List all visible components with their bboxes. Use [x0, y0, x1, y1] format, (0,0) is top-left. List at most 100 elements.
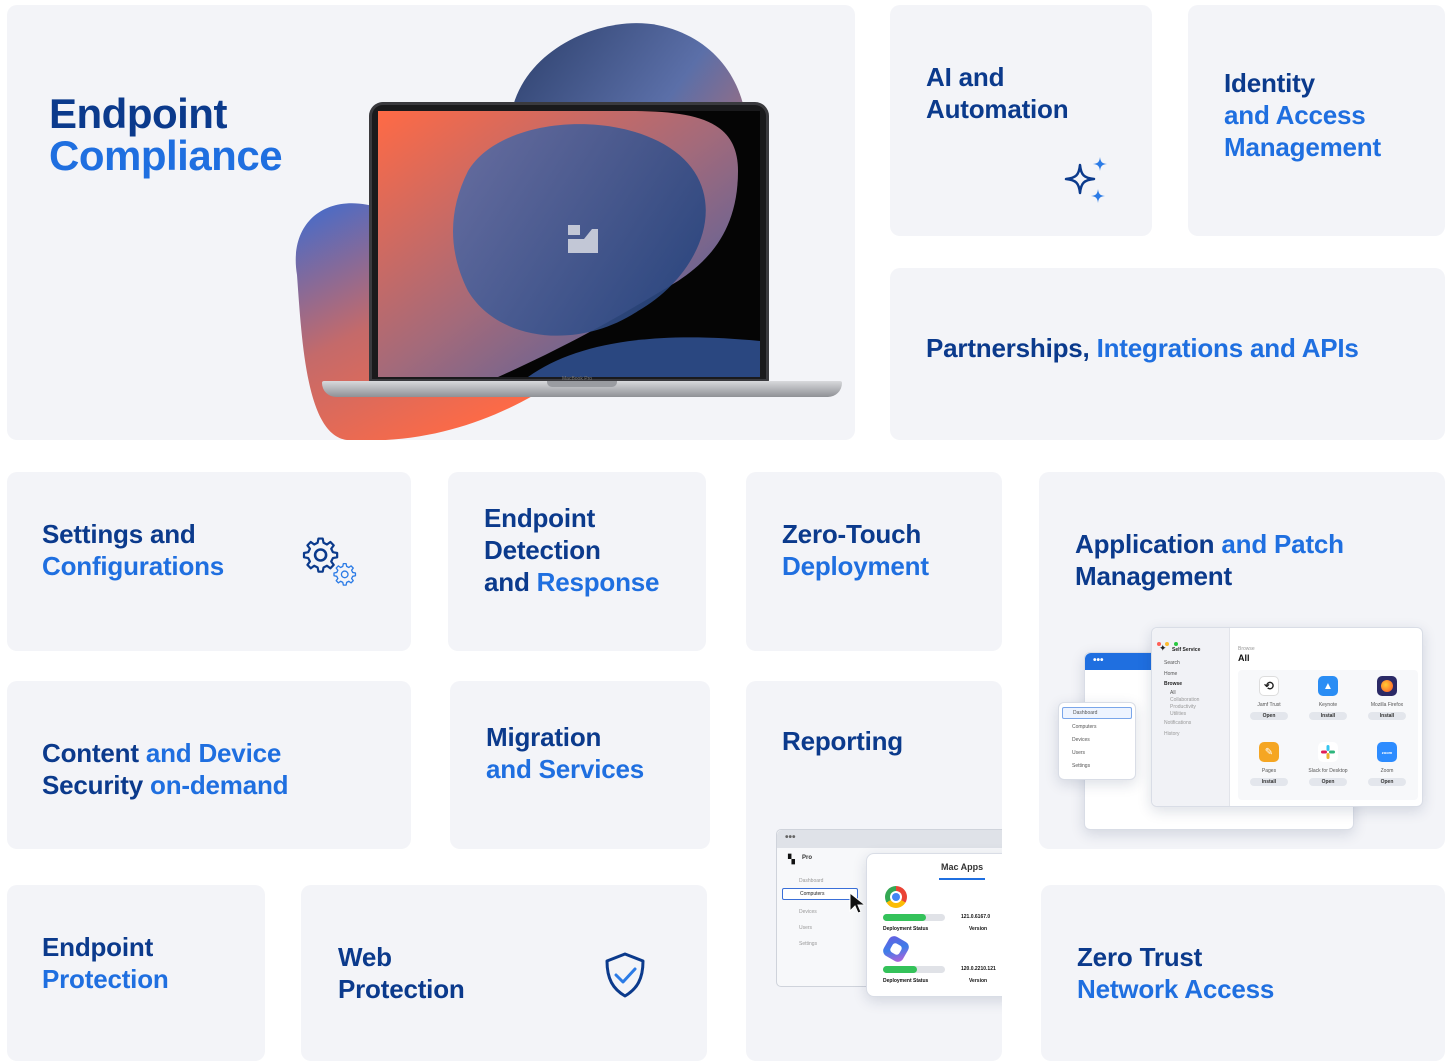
self-service-sidebar: ✦ Self Service Search Home Browse All Co…	[1152, 628, 1230, 806]
reporting-card[interactable]: Reporting ••• ▚ Pro Dashboard Computers …	[746, 681, 1002, 1061]
deployment-progress-fill	[883, 914, 927, 921]
slack-icon	[1318, 742, 1338, 762]
web-protection-title: Web Protection	[338, 942, 465, 1004]
self-service-nav-all[interactable]: All	[1170, 690, 1176, 696]
keynote-icon: ▲	[1318, 676, 1338, 696]
web-protection-card[interactable]: Web Protection	[301, 885, 707, 1061]
version-value: 121.0.6167.0	[961, 914, 991, 920]
admin-nav-devices[interactable]: Devices	[1062, 735, 1132, 745]
reporting-nav-settings[interactable]: Settings	[799, 941, 817, 947]
reporting-window-titlebar: •••	[777, 830, 1002, 848]
reporting-nav-computers[interactable]: Computers	[782, 888, 858, 900]
app-name: Slack for Desktop	[1308, 768, 1348, 774]
deployment-status-label: Deployment Status	[883, 926, 929, 932]
admin-nav-computers[interactable]: Computers	[1062, 722, 1132, 732]
app-name: Pages	[1261, 768, 1277, 774]
app-name: Keynote	[1318, 702, 1338, 708]
app-tile[interactable]: ⟲ Jamf Trust Open	[1244, 676, 1294, 720]
shield-check-icon	[605, 952, 645, 998]
settings-configurations-title: Settings and Configurations	[42, 519, 225, 581]
browse-section-title: All	[1238, 653, 1250, 663]
app-patch-card[interactable]: Application and Patch Management ••• Das…	[1039, 472, 1445, 849]
reporting-title: Reporting	[782, 726, 903, 756]
self-service-window: ✦ Self Service Search Home Browse All Co…	[1151, 627, 1423, 807]
app-grid: ⟲ Jamf Trust Open ▲ Keynote Install Mozi…	[1238, 670, 1418, 800]
reporting-nav-users[interactable]: Users	[799, 925, 812, 931]
app-tile[interactable]: Mozilla Firefox Install	[1362, 676, 1412, 720]
app-name: Mozilla Firefox	[1370, 702, 1404, 708]
self-service-nav-utilities[interactable]: Utilities	[1170, 711, 1186, 717]
app-action-button[interactable]: Open	[1309, 778, 1347, 786]
endpoint-protection-title: Endpoint Protection	[42, 932, 169, 994]
content-security-card[interactable]: Content and Device Security on-demand	[7, 681, 411, 849]
settings-configurations-card[interactable]: Settings and Configurations	[7, 472, 411, 651]
app-tile[interactable]: Slack for Desktop Open	[1303, 742, 1353, 786]
endpoint-compliance-card[interactable]: Endpoint Compliance MacBook Pro	[7, 5, 855, 440]
mac-apps-title-underline	[939, 878, 985, 880]
app-name: Zoom	[1380, 768, 1394, 774]
app-action-button[interactable]: Install	[1368, 712, 1406, 720]
content-security-title: Content and Device Security on-demand	[42, 738, 289, 800]
admin-nav-settings[interactable]: Settings	[1062, 761, 1132, 771]
browse-label: Browse	[1238, 646, 1255, 652]
app-patch-title: Application and Patch Management	[1075, 529, 1344, 591]
app-tile[interactable]: zoom Zoom Open	[1362, 742, 1412, 786]
endpoint-compliance-title: Endpoint Compliance	[49, 90, 283, 179]
partnerships-card[interactable]: Partnerships, Integrations and APIs	[890, 268, 1445, 440]
version-label: Version	[969, 926, 988, 932]
laptop-illustration	[369, 102, 769, 382]
app-name: Jamf Trust	[1257, 702, 1281, 708]
app-tile[interactable]: ✎ Pages Install	[1244, 742, 1294, 786]
self-service-app-title: Self Service	[1172, 647, 1201, 653]
ai-automation-title: AI and Automation	[926, 62, 1069, 124]
jamf-pro-logo-icon: ▚	[788, 854, 795, 864]
reporting-nav-devices[interactable]: Devices	[799, 909, 817, 915]
deployment-progress-bar	[883, 914, 945, 921]
reporting-brand: Pro	[802, 855, 813, 861]
app-tile[interactable]: ▲ Keynote Install	[1303, 676, 1353, 720]
self-service-nav-history[interactable]: History	[1164, 731, 1180, 737]
identity-access-title: Identity and Access Management	[1224, 68, 1381, 162]
mac-apps-card: Mac Apps Deployment Status 121.0.6167.0 …	[866, 853, 1002, 997]
migration-card[interactable]: Migration and Services	[450, 681, 710, 849]
self-service-nav-notifications[interactable]: Notifications	[1164, 720, 1191, 726]
window-dots: •••	[1093, 655, 1104, 666]
deployment-status-label: Deployment Status	[883, 978, 929, 984]
admin-nav-dashboard[interactable]: Dashboard	[1062, 707, 1132, 719]
migration-title: Migration and Services	[486, 722, 645, 784]
sparkles-icon	[1064, 157, 1107, 203]
version-value: 120.0.2210.121	[961, 966, 996, 972]
app-action-button[interactable]: Open	[1368, 778, 1406, 786]
edge-icon	[880, 933, 912, 965]
self-service-nav-browse[interactable]: Browse	[1164, 681, 1182, 687]
identity-access-card[interactable]: Identity and Access Management	[1188, 5, 1445, 236]
pages-icon: ✎	[1259, 742, 1279, 762]
edr-card[interactable]: Endpoint Detection and Response	[448, 472, 706, 651]
version-label: Version	[969, 978, 988, 984]
ztna-card[interactable]: Zero Trust Network Access	[1041, 885, 1445, 1061]
zero-touch-title: Zero-Touch Deployment	[782, 519, 929, 581]
zero-touch-card[interactable]: Zero-Touch Deployment	[746, 472, 1002, 651]
edr-title: Endpoint Detection and Response	[484, 503, 660, 597]
endpoint-protection-card[interactable]: Endpoint Protection	[7, 885, 265, 1061]
self-service-nav-productivity[interactable]: Productivity	[1170, 704, 1196, 710]
gears-icon	[302, 537, 357, 586]
self-service-nav-collaboration[interactable]: Collaboration	[1170, 697, 1199, 703]
app-action-button[interactable]: Install	[1309, 712, 1347, 720]
app-action-button[interactable]: Open	[1250, 712, 1288, 720]
app-action-button[interactable]: Install	[1250, 778, 1288, 786]
mac-apps-title: Mac Apps	[941, 862, 984, 872]
zoom-icon: zoom	[1377, 742, 1397, 762]
ai-automation-card[interactable]: AI and Automation	[890, 5, 1152, 236]
deployment-progress-fill	[883, 966, 918, 973]
ztna-title: Zero Trust Network Access	[1077, 942, 1275, 1004]
self-service-nav-home[interactable]: Home	[1164, 671, 1177, 677]
admin-nav-users[interactable]: Users	[1062, 748, 1132, 758]
self-service-logo-icon: ✦	[1159, 643, 1167, 653]
chrome-icon	[885, 886, 907, 908]
cursor-arrow-icon	[849, 892, 867, 914]
self-service-search[interactable]: Search	[1164, 660, 1180, 666]
reporting-nav-dashboard[interactable]: Dashboard	[799, 878, 823, 884]
admin-nav-panel: Dashboard Computers Devices Users Settin…	[1058, 702, 1136, 780]
jamf-logo-icon	[568, 225, 598, 253]
